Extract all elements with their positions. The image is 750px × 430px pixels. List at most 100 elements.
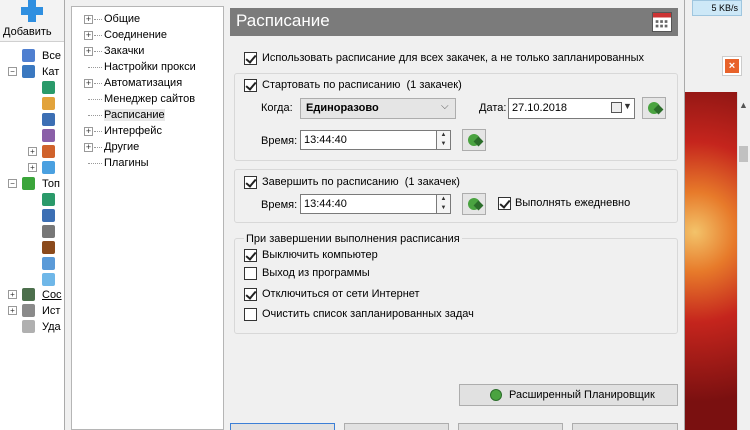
expand-icon[interactable]: + xyxy=(84,31,93,40)
cancel-button[interactable] xyxy=(344,423,449,430)
main-tree-item[interactable]: − Топ xyxy=(0,176,64,192)
finish-schedule-label[interactable]: Завершить по расписанию (1 закачек) xyxy=(262,176,460,188)
panel-title: Расписание xyxy=(236,11,330,30)
main-tree-sub[interactable]: + xyxy=(0,144,64,160)
category-site-manager[interactable]: Менеджер сайтов xyxy=(72,91,222,107)
calendar-icon xyxy=(652,12,672,32)
main-tree-sub[interactable] xyxy=(0,112,64,128)
main-tree-sub[interactable] xyxy=(0,256,64,272)
main-tree-sub[interactable] xyxy=(0,192,64,208)
chevron-down-icon[interactable]: ⌵ xyxy=(441,101,449,112)
category-schedule[interactable]: Расписание xyxy=(72,107,222,123)
vertical-scrollbar[interactable] xyxy=(737,92,750,430)
category-icon xyxy=(22,65,35,78)
main-tree-sub[interactable] xyxy=(0,240,64,256)
apply-finish-time-button[interactable] xyxy=(462,193,486,215)
main-tree-item[interactable]: + Сос xyxy=(0,287,64,303)
when-label: Когда: xyxy=(261,102,293,114)
main-tree-sub[interactable] xyxy=(0,208,64,224)
scroll-thumb[interactable] xyxy=(739,146,748,162)
main-category-tree: Все − Кат + + − Топ + Сос + Ист Уда xyxy=(0,44,64,430)
list-icon xyxy=(42,209,55,222)
clear-tasks-label[interactable]: Очистить список запланированных задач xyxy=(262,308,474,320)
category-connection[interactable]: + Соединение xyxy=(72,27,222,43)
apply-button[interactable] xyxy=(458,423,563,430)
main-tree-sub[interactable] xyxy=(0,96,64,112)
expand-icon[interactable]: + xyxy=(8,306,17,315)
start-schedule-label[interactable]: Стартовать по расписанию (1 закачек) xyxy=(262,79,462,91)
main-tree-item[interactable]: − Кат xyxy=(0,64,64,80)
music-icon xyxy=(42,113,55,126)
start-time-label: Время: xyxy=(261,135,298,147)
category-interface[interactable]: + Интерфейс xyxy=(72,123,222,139)
category-other[interactable]: + Другие xyxy=(72,139,222,155)
when-select[interactable]: Единоразово xyxy=(300,98,456,119)
trash-icon xyxy=(22,320,35,333)
category-automation[interactable]: + Автоматизация xyxy=(72,75,222,91)
category-plugins[interactable]: Плагины xyxy=(72,155,222,171)
video-icon xyxy=(42,129,55,142)
expand-icon[interactable]: + xyxy=(28,147,37,156)
add-button-label[interactable]: Добавить xyxy=(3,26,52,38)
close-icon[interactable]: × xyxy=(725,59,739,73)
main-tree-item[interactable]: Все xyxy=(0,48,64,64)
main-tree-item[interactable]: Уда xyxy=(0,319,64,335)
shutdown-checkbox[interactable] xyxy=(244,249,257,262)
expand-icon[interactable]: + xyxy=(84,79,93,88)
cloud-icon xyxy=(42,161,55,174)
archive-icon xyxy=(42,97,55,110)
main-tree-sub[interactable] xyxy=(0,80,64,96)
finish-time-field[interactable]: 13:44:40 xyxy=(300,194,437,214)
expand-icon[interactable]: + xyxy=(84,127,93,136)
use-schedule-all-checkbox[interactable] xyxy=(244,52,257,65)
exit-app-checkbox[interactable] xyxy=(244,267,257,280)
apply-date-button[interactable] xyxy=(642,97,666,119)
category-general[interactable]: + Общие xyxy=(72,11,222,27)
disconnect-label[interactable]: Отключиться от сети Интернет xyxy=(262,288,420,300)
main-tree-sub[interactable] xyxy=(0,272,64,288)
expand-icon[interactable]: + xyxy=(84,143,93,152)
status-icon xyxy=(22,288,35,301)
expand-icon[interactable]: + xyxy=(8,290,17,299)
exit-app-label[interactable]: Выход из программы xyxy=(262,267,370,279)
finish-schedule-checkbox[interactable] xyxy=(244,176,257,189)
add-icon[interactable] xyxy=(20,0,44,22)
expand-icon[interactable]: + xyxy=(28,163,37,172)
start-schedule-checkbox[interactable] xyxy=(244,79,257,92)
date-label: Дата: xyxy=(479,102,507,114)
calendar-icon[interactable] xyxy=(611,102,622,113)
expand-icon[interactable]: + xyxy=(84,15,93,24)
help-button[interactable] xyxy=(572,423,678,430)
use-schedule-all-label[interactable]: Использовать расписание для всех закачек… xyxy=(262,52,644,64)
ok-button[interactable] xyxy=(230,423,335,430)
daily-label[interactable]: Выполнять ежедневно xyxy=(515,197,630,209)
clear-tasks-checkbox[interactable] xyxy=(244,308,257,321)
expand-icon[interactable]: + xyxy=(84,47,93,56)
main-tree-item[interactable]: + Ист xyxy=(0,303,64,319)
banner-image xyxy=(685,92,737,430)
settings-category-tree[interactable]: + Общие + Соединение + Закачки Настройки пр… xyxy=(71,6,224,430)
main-tree-sub[interactable] xyxy=(0,224,64,240)
category-downloads[interactable]: + Закачки xyxy=(72,43,222,59)
category-proxy[interactable]: Настройки прокси xyxy=(72,59,222,75)
collapse-icon[interactable]: − xyxy=(8,67,17,76)
shutdown-label[interactable]: Выключить компьютер xyxy=(262,249,378,261)
start-time-field[interactable]: 13:44:40 xyxy=(300,130,437,150)
all-downloads-icon xyxy=(22,49,35,62)
on-complete-title: При завершении выполнения расписания xyxy=(244,233,462,245)
disconnect-checkbox[interactable] xyxy=(244,288,257,301)
history-icon xyxy=(22,304,35,317)
chevron-down-icon[interactable]: ▼ xyxy=(623,101,632,111)
finish-time-spinner[interactable]: ▲ ▼ xyxy=(437,194,451,214)
search-icon xyxy=(42,257,55,270)
start-time-spinner[interactable]: ▲ ▼ xyxy=(437,130,451,150)
main-tree-sub[interactable] xyxy=(0,128,64,144)
daily-checkbox[interactable] xyxy=(498,197,511,210)
main-tree-sub[interactable]: + xyxy=(0,160,64,176)
advanced-scheduler-button[interactable]: Расширенный Планировщик xyxy=(459,384,678,406)
scroll-up-icon[interactable]: ▲ xyxy=(739,100,748,110)
doc-icon xyxy=(42,193,55,206)
apply-start-time-button[interactable] xyxy=(462,129,486,151)
collapse-icon[interactable]: − xyxy=(8,179,17,188)
scheduler-icon xyxy=(490,389,502,401)
